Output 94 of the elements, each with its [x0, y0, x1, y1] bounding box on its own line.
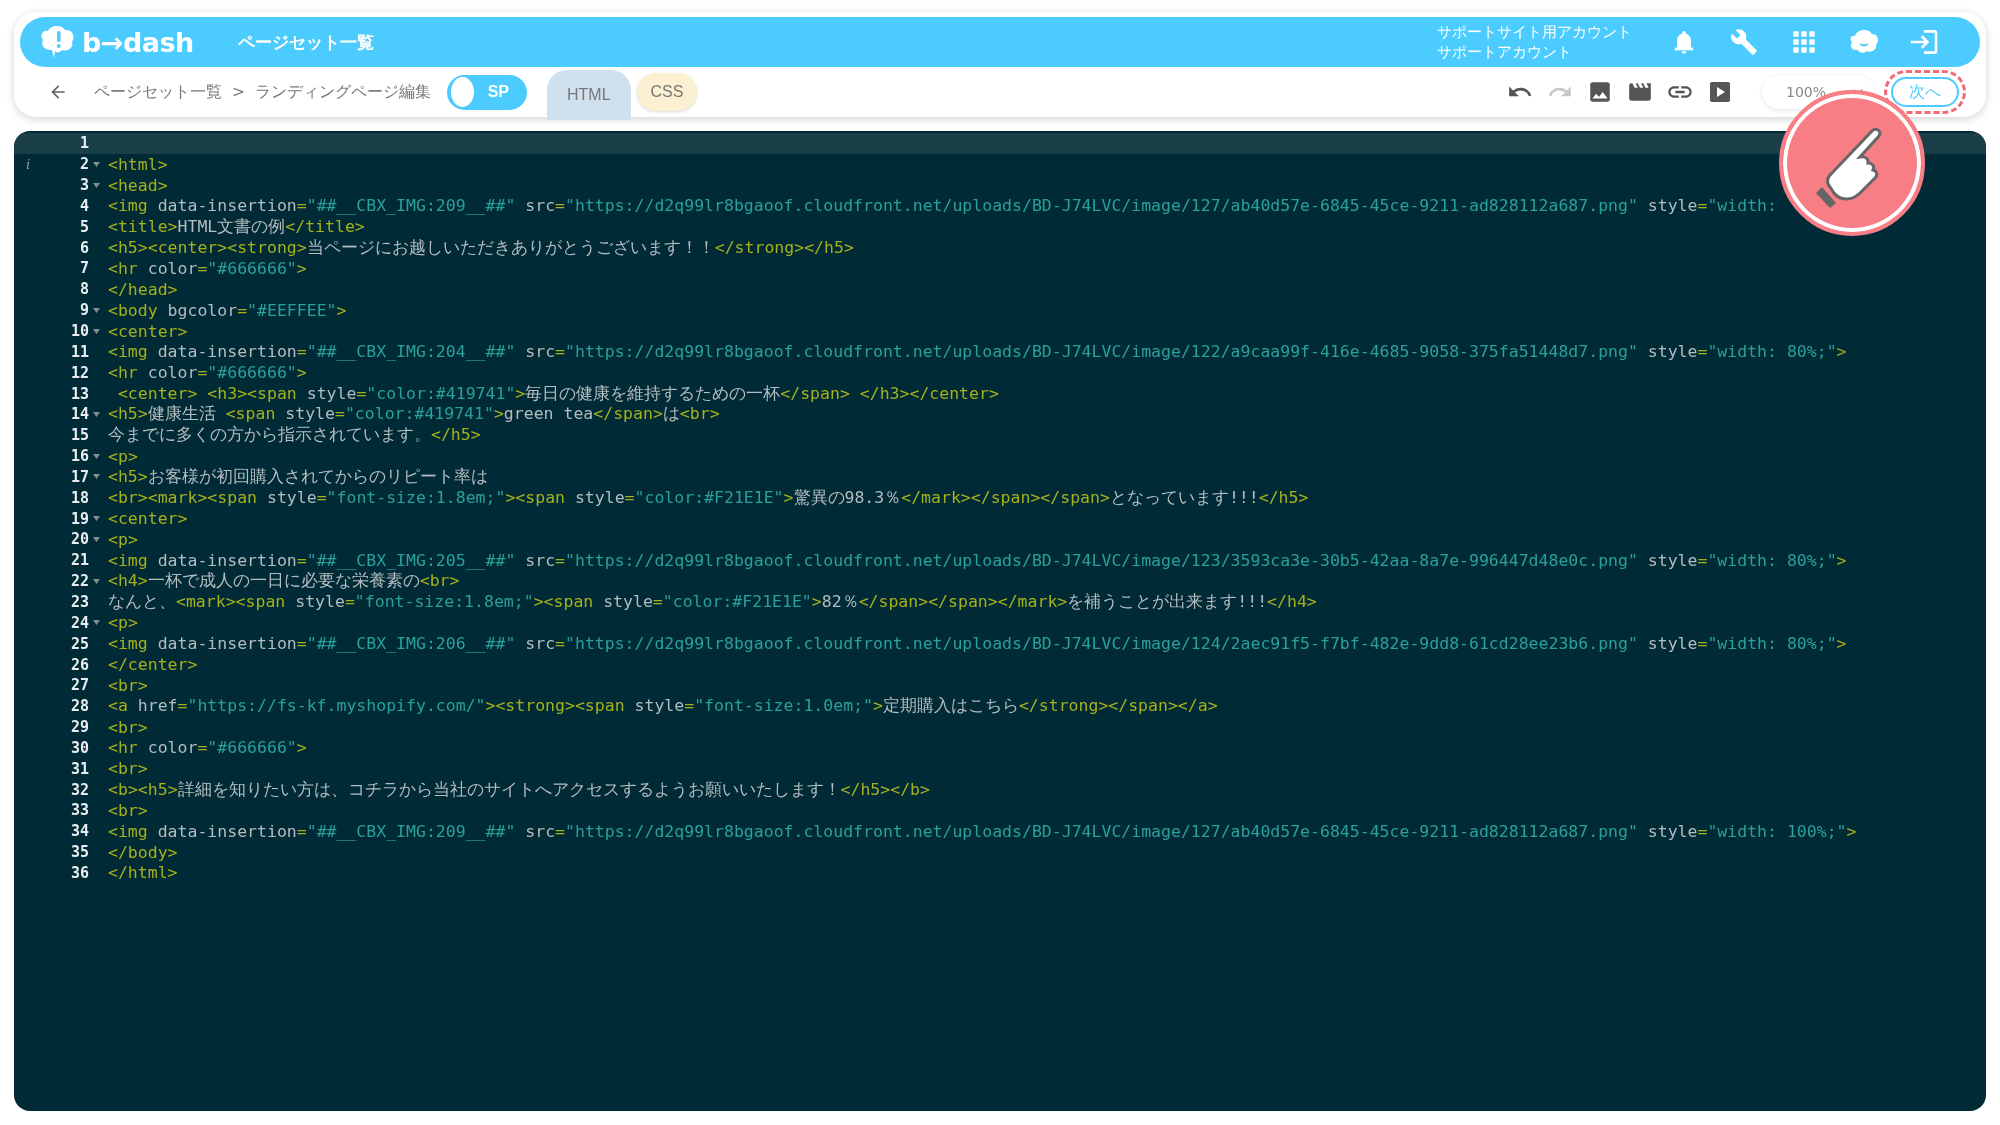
code-line: <br> [108, 675, 148, 695]
code-line: <html> [108, 154, 168, 174]
line-number: 8 [79, 280, 89, 299]
breadcrumb-separator: > [232, 83, 245, 101]
breadcrumb-link[interactable]: ランディングページ編集 [255, 81, 431, 103]
line-number: 9 [79, 301, 89, 320]
code-line: <head> [108, 175, 168, 195]
code-line: 今までに多くの方から指示されています。</h5> [108, 424, 481, 447]
fold-arrow-icon[interactable] [92, 328, 100, 334]
code-line: <p> [108, 613, 138, 633]
code-line: <center> [108, 321, 188, 341]
code-line: </html> [108, 863, 178, 883]
code-line: <body bgcolor="#EEFFEE"> [108, 300, 347, 320]
code-line: <hr color="#666666"> [108, 738, 307, 758]
line-number: 23 [70, 593, 89, 611]
line-number: 14 [70, 405, 89, 424]
line-number: 31 [70, 759, 89, 778]
line-number: 22 [70, 572, 89, 591]
page-title: ページセット一覧 [237, 30, 374, 54]
code-line: </body> [108, 842, 178, 862]
code-line: <h5>お客様が初回購入されてからのリピート率は [108, 465, 488, 488]
account-name: サポートアカウント [1437, 42, 1573, 62]
code-line: <br> [108, 800, 148, 820]
code-line: <img data-insertion="##__CBX_IMG:205__##" src="https://d2q99lr8bgaoof.cloudfront.net/uploads/BD-J74LVC/image/123/3593ca3e-30b5-42aa-8a7e-996447d48e0c.png" style="width: 80%;"> [108, 550, 1847, 570]
line-number: 13 [70, 384, 89, 403]
code-line: <br><mark><span style="font-size:1.8em;"><span style="color:#F21E1E">驚異の98.3％</mark></span></span>となっています!!!</h5> [108, 486, 1309, 509]
gutter-marker[interactable]: i [26, 156, 31, 172]
fold-arrow-icon[interactable] [92, 307, 100, 313]
code-line: <img data-insertion="##__CBX_IMG:209__##" src="https://d2q99lr8bgaoof.cloudfront.net/uploads/BD-J74LVC/image/127/ab40d57e-6845-45ce-9211-ad828112a687.png" style="width: 100%;"> [108, 821, 1857, 841]
fold-arrow-icon[interactable] [92, 453, 100, 459]
line-number: 3 [79, 176, 89, 195]
line-number: 34 [70, 822, 89, 841]
code-line: <br> [108, 717, 148, 737]
code-line: <img data-insertion="##__CBX_IMG:204__##" src="https://d2q99lr8bgaoof.cloudfront.net/uploads/BD-J74LVC/image/122/a9caa99f-416e-4685-9058-375fa51448d7.png" style="width: 80%;"> [108, 342, 1847, 362]
code-line: <img data-insertion="##__CBX_IMG:206__##" src="https://d2q99lr8bgaoof.cloudfront.net/uploads/BD-J74LVC/image/124/2aec91f5-f7bf-482e-9dd8-61cd28ee23b6.png" style="width: 80%;"> [108, 634, 1847, 654]
code-line: <b><h5>詳細を知りたい方は、コチラから当社のサイトへアクセスするようお願いいたします！</h5></b> [108, 778, 930, 801]
line-number: 10 [70, 322, 89, 340]
fold-arrow-icon[interactable] [92, 411, 100, 417]
line-number: 20 [70, 530, 89, 549]
code-line: <hr color="#666666"> [108, 259, 307, 278]
code-line: <h5><center><strong>当ページにお越しいただきありがとうございます！！</strong></h5> [108, 236, 854, 259]
line-number: 1 [79, 134, 89, 153]
code-line: <img data-insertion="##__CBX_IMG:209__##" src="https://d2q99lr8bgaoof.cloudfront.net/uploads/BD-J74LVC/image/127/ab40d57e-6845-45ce-9211-ad828112a687.png" style="width: [108, 196, 1777, 216]
code-editor[interactable] [14, 131, 1986, 1111]
line-number: 7 [79, 259, 89, 278]
line-number: 21 [70, 551, 89, 570]
code-line: <p> [108, 529, 138, 549]
line-number: 35 [70, 843, 89, 862]
line-number: 18 [70, 488, 89, 507]
line-number: 26 [70, 655, 89, 674]
account-name: サポートサイト用アカウント [1437, 22, 1632, 42]
line-number: 27 [70, 676, 89, 695]
line-number: 33 [70, 801, 89, 820]
breadcrumb-link[interactable]: ページセット一覧 [94, 81, 222, 103]
line-number: 32 [70, 780, 89, 799]
line-number: 28 [70, 697, 89, 716]
code-line: <h4>一杯で成人の一日に必要な栄養素の<br> [108, 570, 460, 593]
line-number: 19 [70, 509, 89, 528]
code-line: <center> <h3><span style="color:#419741">毎日の健康を維持するための一杯</span> </h3></center> [116, 382, 999, 405]
code-line: <p> [108, 446, 138, 466]
line-number: 25 [70, 634, 89, 653]
fold-arrow-icon[interactable] [92, 620, 100, 626]
editor-tab[interactable]: CSS [636, 73, 698, 111]
code-line: <center> [108, 509, 188, 529]
line-number: 11 [70, 342, 89, 361]
logo-text: b→dash [82, 26, 194, 58]
code-line: <br> [108, 759, 148, 779]
fold-arrow-icon[interactable] [92, 516, 100, 522]
code-line: <h5>健康生活 <span style="color:#419741">green tea</span>は<br> [108, 403, 720, 426]
fold-arrow-icon[interactable] [92, 161, 100, 167]
line-number: 24 [70, 613, 89, 632]
line-number: 36 [70, 863, 89, 882]
line-number: 6 [79, 238, 89, 257]
fold-arrow-icon[interactable] [92, 474, 100, 480]
fold-arrow-icon[interactable] [92, 578, 100, 584]
line-number: 30 [70, 738, 89, 757]
line-number: 5 [79, 217, 89, 236]
line-number: 29 [70, 718, 89, 737]
fold-arrow-icon[interactable] [92, 182, 100, 188]
code-line: </center> [108, 655, 198, 674]
line-number: 17 [70, 467, 89, 486]
logo-icon [40, 25, 76, 59]
line-number: 2 [79, 155, 89, 174]
code-line: なんと、<mark><span style="font-size:1.8em;"><span style="color:#F21E1E">82％</span></span></mark>を補うことが出来ます!!!</h4> [108, 591, 1317, 613]
editor-tab[interactable]: HTML [547, 70, 631, 120]
code-line: <a href="https://fs-kf.myshopify.com/"><strong><span style="font-size:1.0em;">定期購入はこちら</strong></span></a> [108, 695, 1218, 718]
code-line: <hr color="#666666"> [108, 363, 307, 383]
line-number: 16 [70, 447, 89, 466]
code-line: <title>HTML文書の例</title> [108, 215, 365, 238]
line-number: 15 [70, 426, 89, 445]
line-number: 12 [70, 363, 89, 382]
code-line: </head> [108, 279, 178, 299]
fold-arrow-icon[interactable] [92, 536, 100, 542]
line-number: 4 [79, 196, 89, 215]
